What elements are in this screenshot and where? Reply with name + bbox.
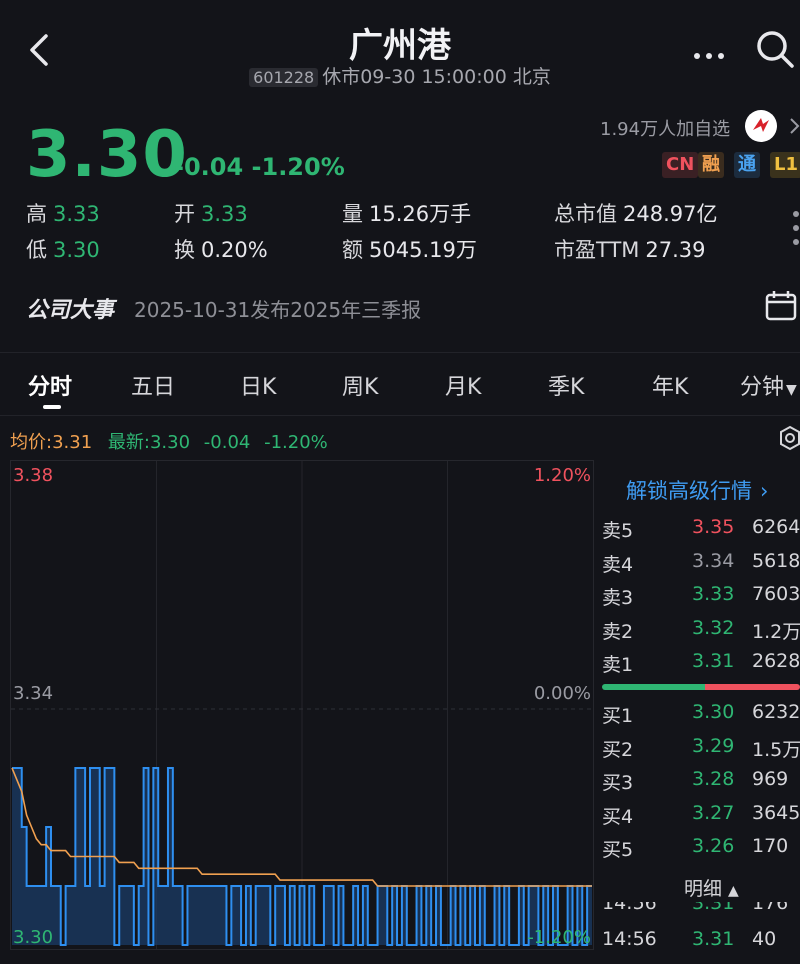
company-event-text[interactable]: 2025-10-31发布2025年三季报 [134,294,421,323]
avg-price: 均价:3.31 [10,432,93,453]
stat-market-cap: 总市值 248.97亿 [554,202,718,226]
latest-change: -0.04 [203,432,251,453]
tab-active-indicator [43,405,61,409]
latest-pct: -1.20% [264,432,328,453]
chart-tabs: 分时 五日 日K 周K 月K 季K 年K 分钟 ▼ [0,352,800,416]
badge-cn: CN [662,152,699,178]
tab-weekly-k[interactable]: 周K [342,369,378,401]
caret-down-icon: ▼ [786,382,797,398]
pct-label-top: 1.20% [533,465,591,486]
watch-count[interactable]: 1.94万人加自选 [600,115,730,141]
asks-row: 卖1 3.31 2628 [602,650,800,677]
asks-row: 卖3 3.33 7603 [602,583,800,610]
bids-row: 买4 3.27 3645 [602,801,800,828]
settings-icon[interactable] [778,425,800,451]
asks-row: 卖2 3.32 1.2万 [602,616,800,643]
more-vertical-icon[interactable] [792,210,800,246]
current-price: 3.30 [26,118,188,192]
asks-row: 卖4 3.34 5618 [602,549,800,576]
intraday-chart-svg [11,461,593,949]
tab-five-day[interactable]: 五日 [131,369,175,401]
tab-intraday[interactable]: 分时 [28,369,72,401]
broker-logo-icon[interactable] [745,110,777,142]
bids-row: 买1 3.30 6232 [602,701,800,727]
pct-label-bottom: -1.20% [527,927,591,948]
stat-turnover: 换 0.20% [174,238,268,262]
y-label-top: 3.38 [13,465,54,486]
badge-l1: L1 [770,152,800,178]
stat-volume: 量 15.26万手 [342,202,472,226]
y-label-mid: 3.34 [13,683,54,704]
badge-connect: 通 [734,152,760,178]
chart-info: 均价:3.31 最新:3.30 -0.04 -1.20% [10,428,328,454]
page-title: 广州港 [349,26,451,66]
more-icon[interactable] [692,46,728,59]
tick-row: 14:56 3.31 176 [602,902,789,914]
bid-ask-ratio-bar [602,684,800,690]
market-status: 601228 休市09-30 15:00:00 北京 [0,62,800,89]
asks-row: 卖5 3.35 6264 [602,516,800,542]
stat-amount: 额 5045.19万 [342,238,477,262]
price-change: -0.04 -1.20% [174,153,345,181]
detail-toggle[interactable]: 明细 ▲ [684,874,739,901]
pct-label-mid: 0.00% [533,683,591,704]
bids-row: 买2 3.29 1.5万 [602,734,800,761]
latest-price: 最新:3.30 [107,432,191,453]
tab-minute[interactable]: 分钟 ▼ [740,369,797,401]
calendar-icon[interactable] [764,288,798,322]
intraday-chart[interactable]: 3.38 3.34 3.30 1.20% 0.00% -1.20% [10,460,594,950]
search-icon[interactable] [754,28,796,70]
tab-daily-k[interactable]: 日K [240,369,276,401]
caret-up-icon: ▲ [728,883,739,899]
bids-row: 买3 3.28 969 [602,768,789,795]
chevron-right-icon[interactable] [788,116,800,136]
tab-quarterly-k[interactable]: 季K [548,369,584,401]
tab-yearly-k[interactable]: 年K [652,369,688,401]
company-event-label: 公司大事 [26,298,115,323]
unlock-advanced-quote[interactable]: 解锁高级行情 › [626,475,768,505]
stat-open: 开 3.33 [174,202,248,226]
tab-monthly-k[interactable]: 月K [445,369,481,401]
y-label-bottom: 3.30 [13,927,54,948]
stock-code: 601228 [249,68,319,87]
bids-row: 买5 3.26 170 [602,835,789,862]
stat-high: 高 3.33 [26,202,100,226]
chevron-right-icon: › [760,479,769,503]
stat-low: 低 3.30 [26,238,100,262]
stat-pe: 市盈TTM 27.39 [554,238,706,262]
tick-row: 14:56 3.31 40 [602,928,777,950]
badge-margin: 融 [698,152,724,178]
